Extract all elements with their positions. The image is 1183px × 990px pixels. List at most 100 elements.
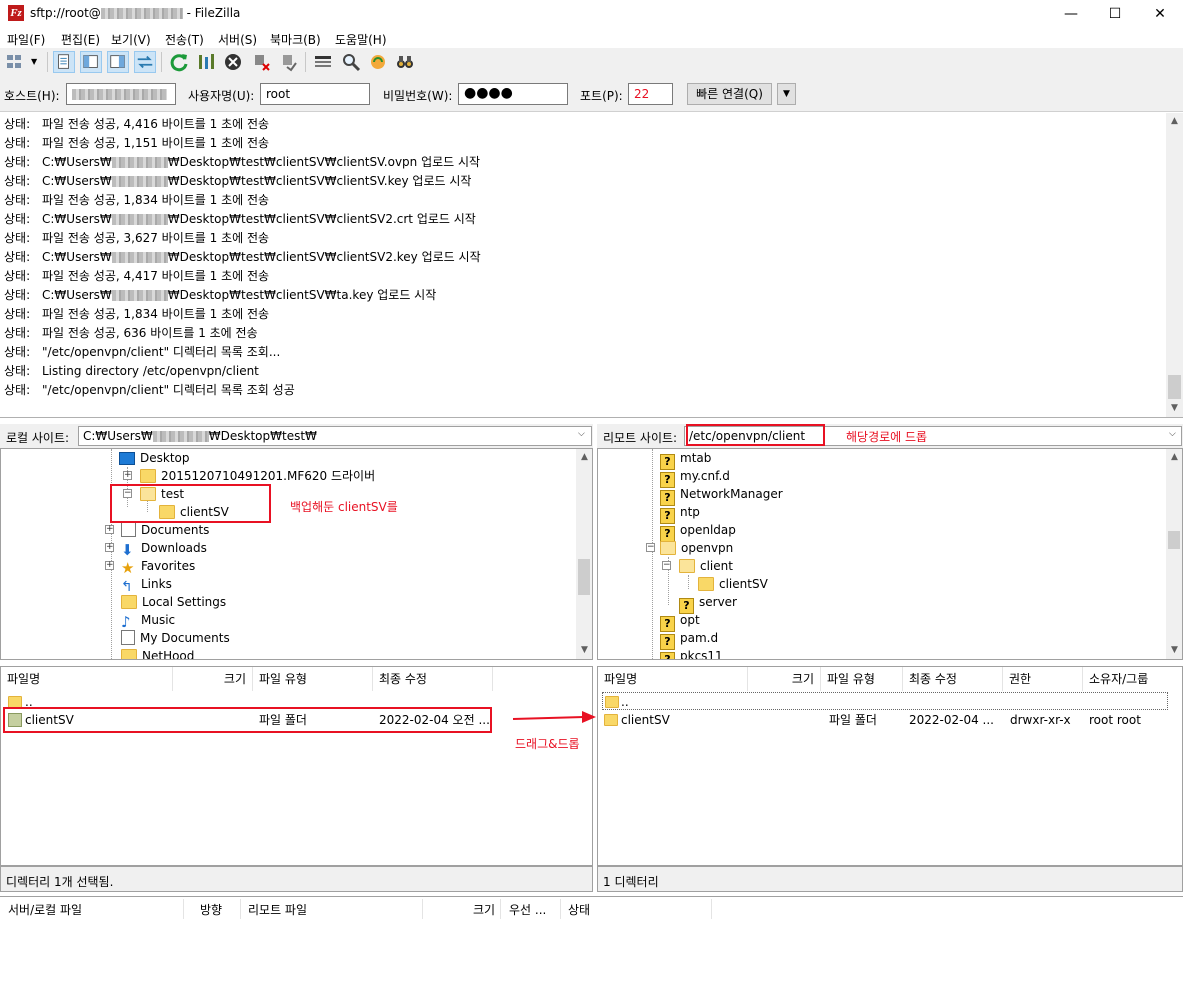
local-col-modified[interactable]: 최종 수정 [373,667,493,691]
tree-node-favorites[interactable]: ★ Favorites [121,557,195,576]
menu-file[interactable]: 파일(F) [7,31,45,48]
expand-icon[interactable]: + [105,561,114,570]
search-icon[interactable] [340,51,362,73]
username-label: 사용자명(U): [188,89,255,103]
find-files-binoculars-icon[interactable] [394,51,416,73]
remote-col-name[interactable]: 파일명 [598,667,748,691]
disconnect-icon[interactable] [251,51,273,73]
remote-node-clientsv[interactable]: clientSV [698,575,768,593]
annotation-dragdrop-text: 드래그&드롭 [515,737,580,751]
toolbar-separator [161,52,162,72]
remote-node-pam-d[interactable]: ? pam.d [660,629,718,650]
refresh-icon[interactable] [168,51,190,73]
expand-icon[interactable]: + [105,543,114,552]
remote-node-server[interactable]: ? server [679,593,737,614]
table-row[interactable]: clientSV 파일 폴더 2022-02-04 ... drwxr-xr-x… [602,711,1168,729]
tree-node-music[interactable]: ♪ Music [121,611,175,630]
scroll-up-icon[interactable]: ▲ [1166,449,1182,466]
log-scrollbar-thumb[interactable] [1168,375,1181,399]
scroll-up-icon[interactable]: ▲ [576,449,592,466]
menu-server[interactable]: 서버(S) [218,31,257,48]
tree-node-downloads[interactable]: ⬇ Downloads [121,539,207,558]
tree-node-local-settings[interactable]: Local Settings [121,593,226,611]
remote-directory-tree: ? mtab ? my.cnf.d ? NetworkManager ? ntp ? op… [597,448,1183,660]
remote-col-modified[interactable]: 최종 수정 [903,667,1003,691]
queue-col-direction[interactable]: 방향 [200,901,222,918]
scroll-down-icon[interactable]: ▼ [1166,642,1182,659]
remote-tree-scrollbar-thumb[interactable] [1168,531,1180,549]
quickconnect-button[interactable]: 빠른 연결(Q) [687,83,772,105]
log-line: 상태: "/etc/openvpn/client" 디렉터리 목록 조회... [4,343,280,362]
remote-node-client[interactable]: client [679,557,733,575]
expand-icon[interactable]: + [105,525,114,534]
queue-col-size[interactable]: 크기 [473,901,495,918]
local-col-size[interactable]: 크기 [173,667,253,691]
quickconnect-dropdown-icon[interactable]: ▼ [777,83,796,105]
folder-open-icon [679,559,695,573]
queue-col-remote-file[interactable]: 리모트 파일 [248,901,307,918]
toggle-remote-tree-icon[interactable] [107,51,129,73]
remote-node-mtab[interactable]: ? mtab [660,449,711,470]
collapse-icon[interactable]: − [662,561,671,570]
toggle-local-tree-icon[interactable] [80,51,102,73]
site-manager-dropdown-icon[interactable]: ▼ [31,57,37,66]
port-label: 포트(P): [580,89,623,103]
reconnect-icon[interactable] [278,51,300,73]
local-col-type[interactable]: 파일 유형 [253,667,373,691]
menu-help[interactable]: 도움말(H) [335,31,387,48]
tree-node-documents[interactable]: Documents [121,521,209,539]
directory-listing-filters-icon[interactable] [312,51,334,73]
remote-node-pkcs11[interactable]: ? pkcs11 [660,647,723,659]
remote-node-networkmanager[interactable]: ? NetworkManager [660,485,783,506]
remote-path-dropdown-icon[interactable]: ⌵ [1169,429,1176,439]
tree-node-desktop[interactable]: Desktop [119,449,190,467]
toggle-queue-icon[interactable] [134,51,156,73]
log-scrollbar[interactable]: ▲ ▼ [1166,113,1183,417]
site-manager-icon[interactable] [5,51,27,73]
queue-col-file[interactable]: 서버/로컬 파일 [8,901,82,918]
cancel-operation-icon[interactable] [222,51,244,73]
port-input[interactable]: 22 [628,83,673,105]
remote-node-openvpn[interactable]: openvpn [660,539,733,557]
local-tree-scrollbar[interactable]: ▲ ▼ [576,449,592,659]
queue-col-priority[interactable]: 우선 ... [509,901,546,918]
synchronized-browsing-icon[interactable] [367,51,389,73]
minimize-button[interactable]: — [1048,0,1094,28]
close-button[interactable]: ✕ [1137,0,1183,28]
table-row[interactable]: .. [602,692,1168,710]
remote-col-permissions[interactable]: 권한 [1003,667,1083,691]
column-divider [422,899,423,919]
process-queue-icon[interactable] [195,51,217,73]
menu-view[interactable]: 보기(V) [111,31,151,48]
collapse-icon[interactable]: − [646,543,655,552]
expand-icon[interactable]: + [123,471,132,480]
toggle-log-icon[interactable] [53,51,75,73]
menu-bookmarks[interactable]: 북마크(B) [270,31,321,48]
tree-node-mf620[interactable]: 2015120710491201.MF620 드라이버 [140,467,375,485]
tree-node-links[interactable]: ↰ Links [121,575,172,595]
remote-node-opt[interactable]: ? opt [660,611,700,632]
remote-col-type[interactable]: 파일 유형 [821,667,903,691]
maximize-button[interactable]: ☐ [1092,0,1138,28]
local-path-input[interactable]: C:₩Users₩ ₩Desktop₩test₩ [78,426,592,446]
local-tree-scrollbar-thumb[interactable] [578,559,590,595]
local-path-dropdown-icon[interactable]: ⌵ [578,429,585,439]
remote-col-owner[interactable]: 소유자/그룹 [1083,667,1182,691]
password-input[interactable]: ●●●● [458,83,568,105]
scroll-down-icon[interactable]: ▼ [1166,400,1183,417]
remote-node-my-cnf-d[interactable]: ? my.cnf.d [660,467,730,488]
menu-transfer[interactable]: 전송(T) [165,31,204,48]
tree-node-my-documents[interactable]: My Documents [121,629,230,647]
scroll-up-icon[interactable]: ▲ [1166,113,1183,130]
scroll-down-icon[interactable]: ▼ [576,642,592,659]
host-input[interactable] [66,83,176,105]
menu-edit[interactable]: 편집(E) [61,31,100,48]
remote-tree-scrollbar[interactable]: ▲ ▼ [1166,449,1182,659]
log-message: 파일 전송 성공, 1,834 바이트를 1 초에 전송 [42,307,270,321]
remote-col-size[interactable]: 크기 [748,667,821,691]
remote-node-ntp[interactable]: ? ntp [660,503,700,524]
username-input[interactable]: root [260,83,370,105]
tree-node-nethood[interactable]: NetHood [121,647,194,659]
remote-node-openldap[interactable]: ? openldap [660,521,736,542]
queue-col-status[interactable]: 상태 [568,901,590,918]
